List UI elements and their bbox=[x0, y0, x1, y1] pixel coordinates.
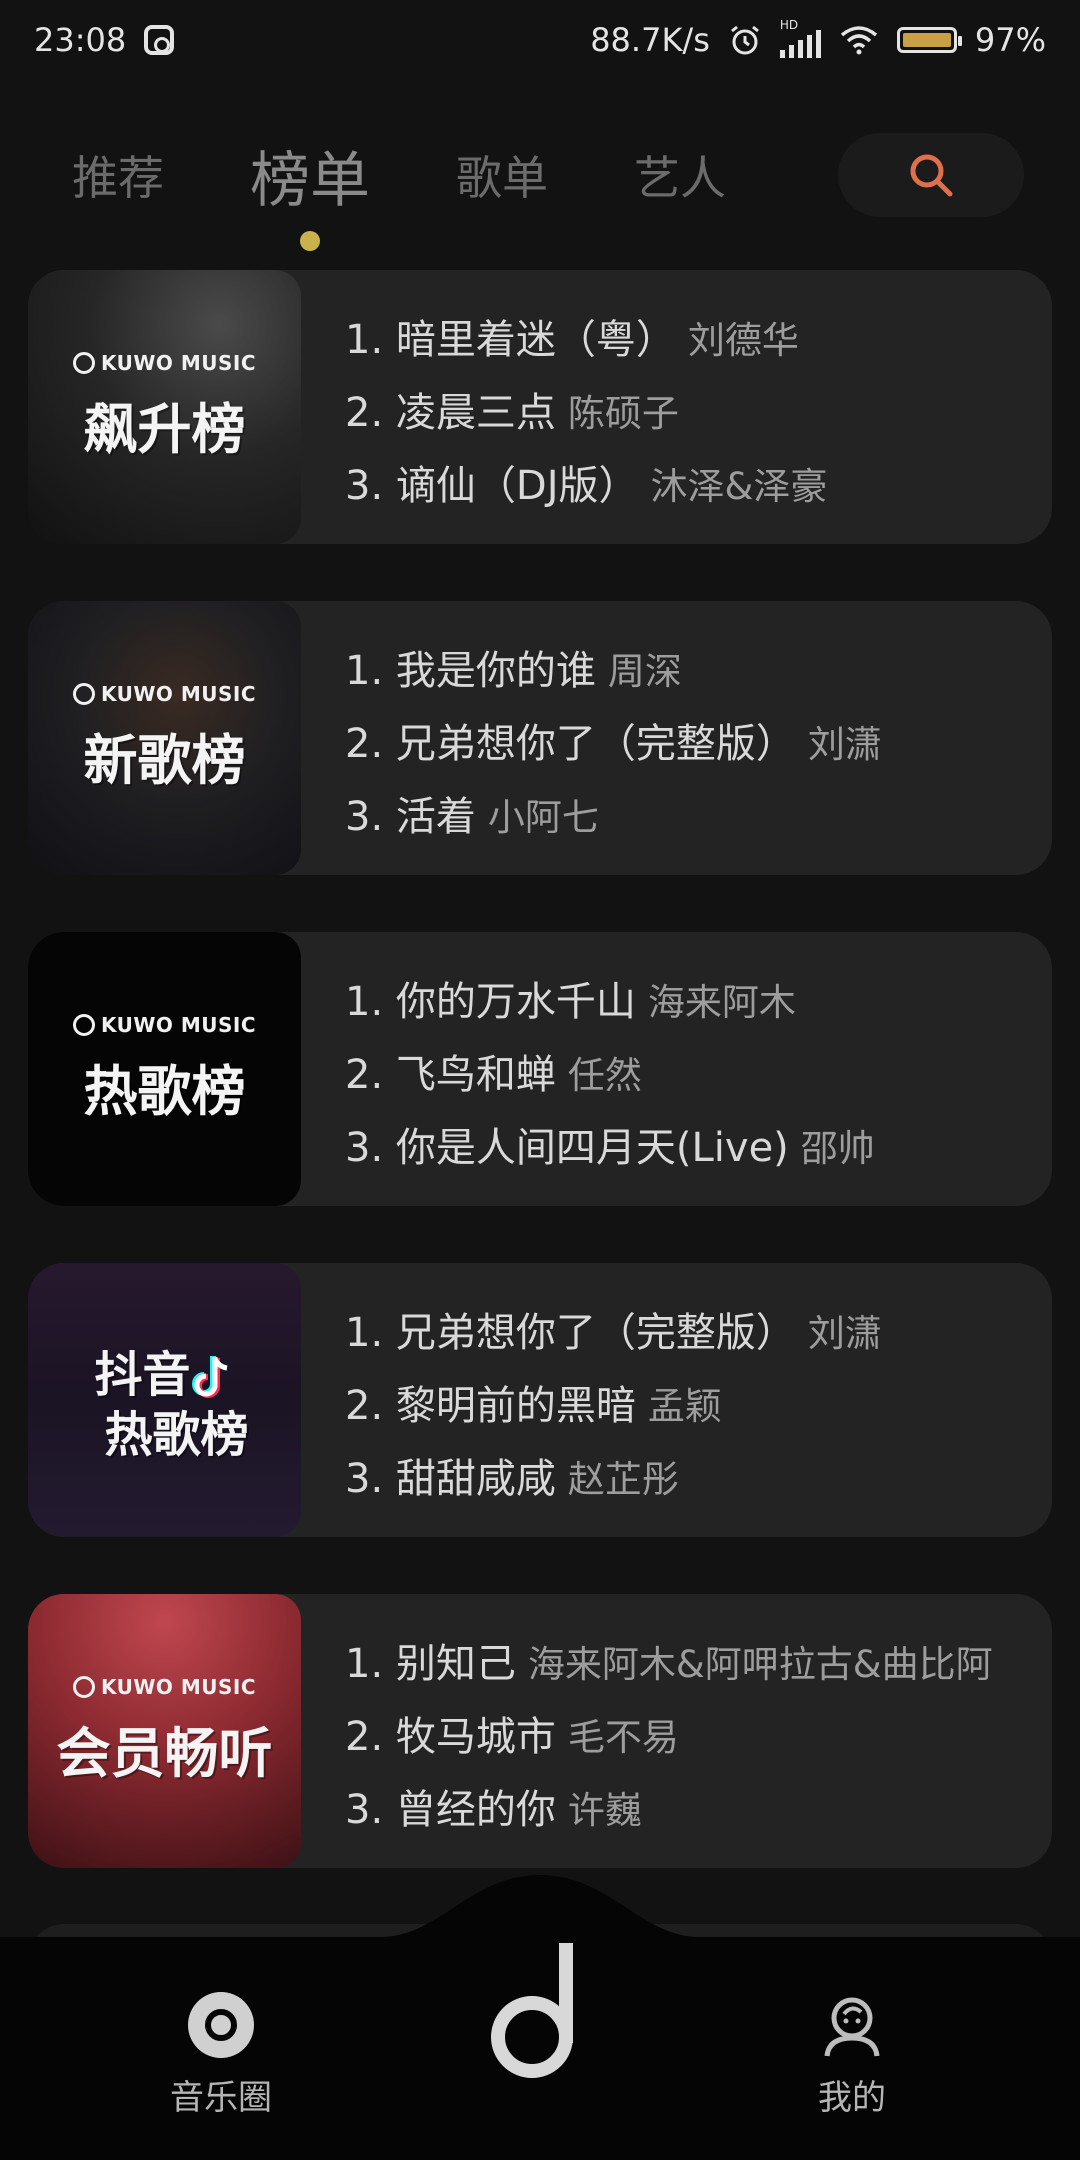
song-item[interactable]: 2. 凌晨三点 陈硕子 bbox=[345, 377, 827, 450]
song-artist: 陈硕子 bbox=[567, 392, 679, 435]
net-speed: 88.7K/s bbox=[590, 21, 710, 59]
signal-icon bbox=[779, 30, 821, 58]
chart-card-hot[interactable]: KUWO MUSIC 热歌榜 1. 你的万水千山 海来阿木 2. 飞鸟和蝉 任然 3… bbox=[28, 932, 1052, 1206]
song-artist: 海来阿木 bbox=[647, 981, 796, 1024]
status-bar: 23:08 88.7K/s HD 97% bbox=[0, 0, 1080, 80]
chart-card-soaring[interactable]: KUWO MUSIC 飙升榜 1. 暗里着迷（粤） 刘德华 2. 凌晨三点 陈硕子 … bbox=[28, 270, 1052, 544]
top-tabs: 推荐 榜单 歌单 艺人 bbox=[72, 130, 812, 251]
alarm-icon bbox=[730, 25, 759, 55]
cover-title: 新歌榜 bbox=[83, 728, 246, 792]
song-artist: 刘德华 bbox=[687, 319, 799, 362]
song-artist: 邵帅 bbox=[800, 1127, 875, 1170]
nav-music-circle[interactable]: 音乐圈 bbox=[170, 1990, 272, 2119]
song-item[interactable]: 1. 兄弟想你了（完整版） 刘潇 bbox=[345, 1297, 882, 1370]
song-artist: 孟颖 bbox=[647, 1385, 722, 1428]
song-artist: 海来阿木&阿呷拉古&曲比阿 bbox=[527, 1643, 993, 1686]
kuwo-logo-icon bbox=[72, 682, 95, 705]
battery-level: 97 bbox=[974, 21, 1016, 59]
tiktok-icon bbox=[191, 1356, 227, 1398]
status-time: 23:08 bbox=[34, 21, 127, 59]
song-artist: 任然 bbox=[567, 1054, 642, 1097]
song-artist: 刘潇 bbox=[807, 723, 882, 766]
disc-icon bbox=[188, 1992, 254, 2058]
song-list: 1. 别知己 海来阿木&阿呷拉古&曲比阿 2. 牧马城市 毛不易 3. 曾经的你 许巍 bbox=[301, 1594, 993, 1868]
chart-card-douyin[interactable]: 抖音 热歌榜 1. 兄弟想你了（完整版） 刘潇 2. 黎明前的黑暗 孟颖 3. 甜甜… bbox=[28, 1263, 1052, 1537]
song-item[interactable]: 1. 暗里着迷（粤） 刘德华 bbox=[345, 304, 827, 377]
song-artist: 赵芷彤 bbox=[567, 1458, 679, 1501]
kuwo-brand: KUWO MUSIC bbox=[72, 1013, 256, 1037]
song-item[interactable]: 2. 牧马城市 毛不易 bbox=[345, 1701, 993, 1774]
tab-artists[interactable]: 艺人 bbox=[634, 142, 726, 208]
song-list: 1. 我是你的谁 周深 2. 兄弟想你了（完整版） 刘潇 3. 活着 小阿七 bbox=[301, 601, 882, 875]
song-item[interactable]: 2. 兄弟想你了（完整版） 刘潇 bbox=[345, 708, 882, 781]
kuwo-brand: KUWO MUSIC bbox=[72, 1675, 256, 1699]
kuwo-brand: KUWO MUSIC bbox=[72, 351, 256, 375]
song-artist: 许巍 bbox=[567, 1789, 642, 1832]
battery-percent: % bbox=[1015, 21, 1046, 59]
song-item[interactable]: 3. 甜甜咸咸 赵芷彤 bbox=[345, 1443, 882, 1516]
chart-cover[interactable]: KUWO MUSIC 新歌榜 bbox=[28, 601, 301, 875]
song-list: 1. 兄弟想你了（完整版） 刘潇 2. 黎明前的黑暗 孟颖 3. 甜甜咸咸 赵芷彤 bbox=[301, 1263, 882, 1537]
bottom-nav: 音乐圈 我的 bbox=[0, 1875, 1080, 2160]
search-button[interactable] bbox=[838, 133, 1024, 217]
chart-cover[interactable]: 抖音 热歌榜 bbox=[28, 1263, 301, 1537]
kuwo-logo-icon bbox=[72, 351, 95, 374]
app-logo-icon bbox=[144, 25, 175, 55]
song-item[interactable]: 2. 黎明前的黑暗 孟颖 bbox=[345, 1370, 882, 1443]
song-list: 1. 你的万水千山 海来阿木 2. 飞鸟和蝉 任然 3. 你是人间四月天(Live)… bbox=[301, 932, 875, 1206]
tab-charts[interactable]: 榜单 bbox=[250, 132, 370, 251]
song-artist: 沐泽&泽豪 bbox=[650, 465, 828, 508]
chart-card-new[interactable]: KUWO MUSIC 新歌榜 1. 我是你的谁 周深 2. 兄弟想你了（完整版）刘… bbox=[28, 601, 1052, 875]
hd-label: HD bbox=[779, 18, 799, 32]
song-item[interactable]: 1. 你的万水千山 海来阿木 bbox=[345, 966, 875, 1039]
song-item[interactable]: 3. 活着 小阿七 bbox=[345, 781, 882, 854]
cover-title: 飙升榜 bbox=[83, 397, 246, 461]
kuwo-logo-icon bbox=[72, 1675, 95, 1698]
chart-cover[interactable]: KUWO MUSIC 飙升榜 bbox=[28, 270, 301, 544]
song-artist: 毛不易 bbox=[567, 1716, 679, 1759]
chart-cover[interactable]: KUWO MUSIC 会员畅听 bbox=[28, 1594, 301, 1868]
song-artist: 周深 bbox=[607, 650, 682, 693]
song-list: 1. 暗里着迷（粤） 刘德华 2. 凌晨三点 陈硕子 3. 谪仙（DJ版） 沐泽&泽豪 bbox=[301, 270, 827, 544]
song-item[interactable]: 1. 别知己 海来阿木&阿呷拉古&曲比阿 bbox=[345, 1628, 993, 1701]
tab-playlists[interactable]: 歌单 bbox=[456, 142, 548, 208]
chart-card-vip[interactable]: KUWO MUSIC 会员畅听 1. 别知己 海来阿木&阿呷拉古&曲比阿 2. 牧… bbox=[28, 1594, 1052, 1868]
cover-title: 抖音 热歌榜 bbox=[94, 1347, 249, 1463]
chart-cover[interactable]: KUWO MUSIC 热歌榜 bbox=[28, 932, 301, 1206]
cover-title: 热歌榜 bbox=[83, 1059, 246, 1123]
kuwo-logo-icon[interactable] bbox=[480, 1935, 600, 2095]
tab-recommend[interactable]: 推荐 bbox=[72, 142, 164, 208]
search-icon bbox=[910, 154, 953, 197]
wifi-icon bbox=[840, 26, 877, 55]
song-item[interactable]: 1. 我是你的谁 周深 bbox=[345, 635, 882, 708]
song-artist: 小阿七 bbox=[487, 796, 599, 839]
song-item[interactable]: 2. 飞鸟和蝉 任然 bbox=[345, 1039, 875, 1112]
nav-label-mine: 我的 bbox=[818, 2078, 886, 2118]
cover-title: 会员畅听 bbox=[56, 1721, 273, 1785]
kuwo-logo-icon bbox=[72, 1013, 95, 1036]
song-item[interactable]: 3. 曾经的你 许巍 bbox=[345, 1774, 993, 1847]
battery-icon bbox=[896, 27, 962, 53]
song-artist: 刘潇 bbox=[807, 1312, 882, 1355]
song-item[interactable]: 3. 谪仙（DJ版） 沐泽&泽豪 bbox=[345, 450, 827, 523]
nav-mine[interactable]: 我的 bbox=[817, 1990, 887, 2119]
song-item[interactable]: 3. 你是人间四月天(Live) 邵帅 bbox=[345, 1112, 875, 1185]
nav-label-music-circle: 音乐圈 bbox=[170, 2078, 272, 2118]
profile-icon bbox=[824, 1997, 880, 2057]
chart-list: KUWO MUSIC 飙升榜 1. 暗里着迷（粤） 刘德华 2. 凌晨三点 陈硕子 … bbox=[28, 270, 1052, 1925]
kuwo-brand: KUWO MUSIC bbox=[72, 682, 256, 706]
